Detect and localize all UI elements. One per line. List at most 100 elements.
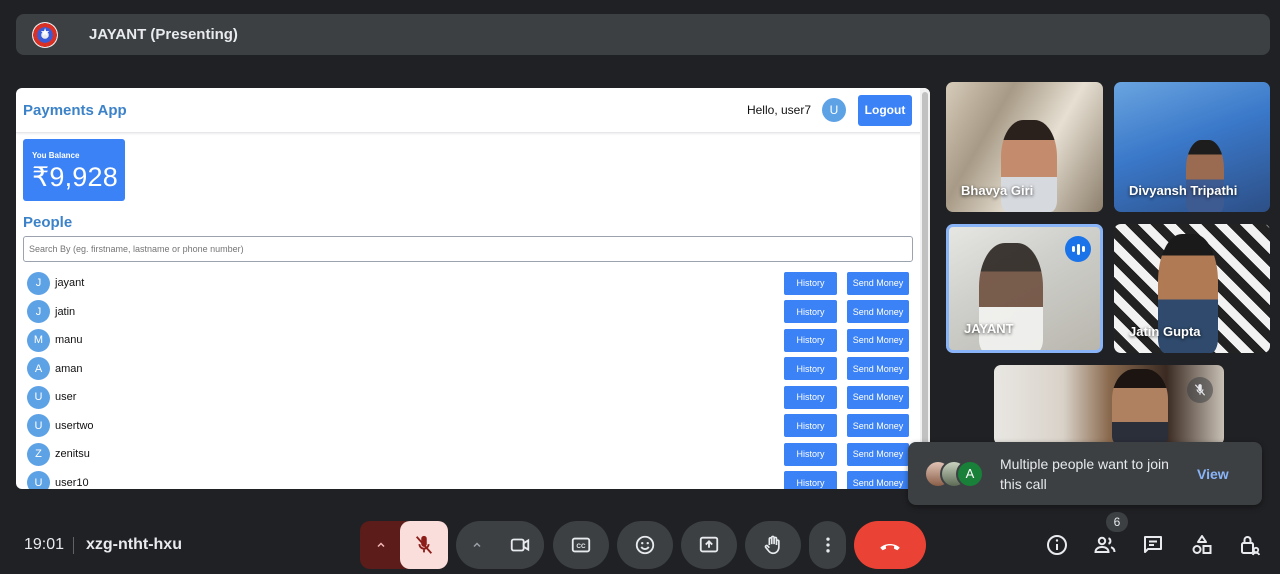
list-item: Z zenitsu History Send Money [27, 440, 909, 469]
view-requests-button[interactable]: View [1197, 466, 1229, 482]
mic-off-button[interactable] [400, 521, 448, 569]
host-controls-lock-icon[interactable] [1237, 532, 1263, 558]
camera-control [456, 521, 544, 569]
people-icon[interactable] [1092, 532, 1118, 558]
balance-amount: ₹9,928 [32, 162, 118, 192]
app-title: Payments App [23, 101, 127, 119]
person-name: jayant [55, 277, 85, 290]
person-name: manu [55, 334, 83, 347]
list-item: J jayant History Send Money [27, 269, 909, 298]
reactions-button[interactable] [617, 521, 673, 569]
send-money-button[interactable]: Send Money [847, 271, 909, 295]
mic-off-icon [1187, 377, 1213, 403]
participant-name: JAYANT [964, 321, 1014, 336]
list-item: U user History Send Money [27, 383, 909, 412]
send-money-button[interactable]: Send Money [847, 328, 909, 352]
participant-tile-jatin[interactable]: Jatin Gupta [1114, 224, 1270, 353]
speaking-indicator-icon [1065, 236, 1091, 262]
camera-button[interactable] [496, 521, 544, 569]
present-screen-button[interactable] [681, 521, 737, 569]
meeting-details-info-icon[interactable] [1044, 532, 1070, 558]
person-avatar: J [27, 271, 50, 295]
person-avatar: J [27, 300, 50, 324]
more-options-button[interactable] [809, 521, 846, 569]
chat-icon[interactable] [1140, 532, 1166, 558]
screen-scrollbar[interactable] [920, 88, 930, 489]
person-avatar: A [27, 357, 50, 381]
person-avatar: U [27, 414, 50, 438]
leave-call-button[interactable] [854, 521, 926, 569]
participant-name: Jatin Gupta [1129, 324, 1201, 339]
microphone-control [360, 521, 448, 569]
end-call-icon [880, 544, 900, 551]
history-button[interactable]: History [784, 471, 837, 489]
join-request-notification: A Multiple people want to join this call… [908, 442, 1262, 505]
meeting-code: xzg-ntht-hxu [86, 536, 182, 553]
raise-hand-button[interactable] [745, 521, 801, 569]
video-options-chevron-up-icon[interactable] [456, 521, 498, 569]
captions-button[interactable]: CC [553, 521, 609, 569]
history-button[interactable]: History [784, 442, 837, 466]
video-feed [1112, 369, 1168, 445]
send-money-button[interactable]: Send Money [847, 385, 909, 409]
history-button[interactable]: History [784, 357, 837, 381]
shared-screen: Payments App Hello, user7 U Logout You B… [16, 88, 930, 489]
user-avatar: U [822, 98, 846, 122]
participant-tile-divyansh[interactable]: Divyansh Tripathi [1114, 82, 1270, 212]
search-input[interactable] [23, 236, 913, 262]
svg-text:CC: CC [576, 543, 586, 550]
send-money-button[interactable]: Send Money [847, 357, 909, 381]
activities-icon[interactable] [1189, 532, 1215, 558]
list-item: U user10 History Send Money [27, 469, 909, 489]
scrollbar-thumb[interactable] [922, 92, 928, 484]
send-money-button[interactable]: Send Money [847, 442, 909, 466]
person-name: usertwo [55, 419, 94, 432]
captions-icon: CC [571, 537, 591, 553]
presenter-bar: JAYANT (Presenting) [16, 14, 1270, 55]
participant-name: Divyansh Tripathi [1129, 183, 1238, 198]
video-feed [1001, 120, 1057, 212]
person-name: zenitsu [55, 448, 90, 461]
history-button[interactable]: History [784, 414, 837, 438]
greeting-text: Hello, user7 [746, 103, 811, 117]
emoji-icon [635, 535, 655, 555]
person-avatar: M [27, 328, 50, 352]
hand-icon [764, 535, 780, 555]
presenter-title: JAYANT (Presenting) [89, 26, 238, 43]
present-icon [699, 536, 719, 553]
list-item: A aman History Send Money [27, 355, 909, 384]
participant-tile-bhavya[interactable]: Bhavya Giri [946, 82, 1103, 212]
presenter-avatar [32, 21, 58, 48]
participant-tile-jayant[interactable]: JAYANT [946, 224, 1103, 353]
app-header: Payments App Hello, user7 U Logout [16, 88, 930, 133]
person-name: user [55, 391, 77, 404]
participant-tile-muted[interactable] [994, 365, 1224, 445]
balance-label: You Balance [32, 151, 80, 160]
send-money-button[interactable]: Send Money [847, 414, 909, 438]
audio-options-chevron-up-icon[interactable] [360, 521, 402, 569]
person-name: user10 [55, 476, 89, 489]
person-name: aman [55, 362, 83, 375]
history-button[interactable]: History [784, 271, 837, 295]
person-avatar: Z [27, 442, 50, 466]
participant-count-badge: 6 [1106, 512, 1128, 532]
send-money-button[interactable]: Send Money [847, 300, 909, 324]
send-money-button[interactable]: Send Money [847, 471, 909, 489]
logout-button[interactable]: Logout [858, 94, 912, 126]
person-avatar: U [27, 385, 50, 409]
person-avatar: U [27, 471, 50, 489]
requester-avatars: A [924, 459, 986, 488]
clock-time: 19:01 [24, 536, 65, 553]
divider [73, 537, 74, 554]
people-list: J jayant History Send Money J jatin Histo… [27, 269, 909, 489]
notification-message: Multiple people want to join this call [1000, 455, 1169, 492]
video-feed [1186, 140, 1224, 212]
list-item: U usertwo History Send Money [27, 412, 909, 441]
history-button[interactable]: History [784, 385, 837, 409]
history-button[interactable]: History [784, 328, 837, 352]
history-button[interactable]: History [784, 300, 837, 324]
video-feed [979, 243, 1043, 350]
requester-avatar: A [956, 459, 984, 488]
participant-name: Bhavya Giri [961, 183, 1034, 198]
list-item: J jatin History Send Money [27, 298, 909, 327]
